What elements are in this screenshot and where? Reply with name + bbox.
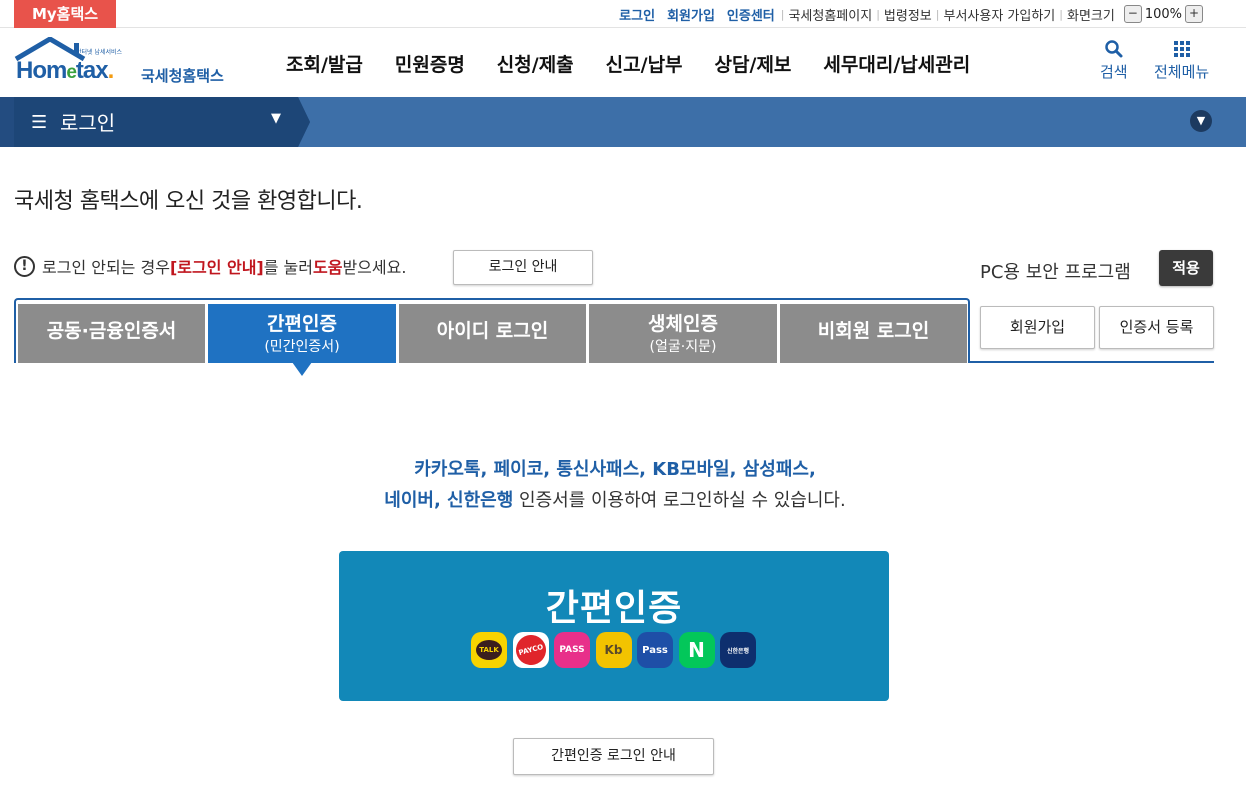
providers-rest: 인증서를 이용하여 로그인하실 수 있습니다. bbox=[513, 490, 846, 511]
gnb-inquiry[interactable]: 조회/발급 bbox=[270, 50, 379, 77]
tab-label: 간편인증 bbox=[267, 313, 337, 335]
login-notice: ! 로그인 안되는 경우 [로그인 안내] 를 눌러 도움 받으세요. bbox=[14, 254, 406, 278]
tab-id-login[interactable]: 아이디 로그인 bbox=[399, 304, 586, 363]
kakaotalk-icon: TALK bbox=[471, 632, 507, 668]
logo-wordmark: Hometax. bbox=[16, 57, 114, 84]
cert-register-button[interactable]: 인증서 등록 bbox=[1099, 306, 1214, 349]
samsung-pass-icon: Pass bbox=[637, 632, 673, 668]
notice-highlight: [로그인 안내] bbox=[169, 258, 264, 277]
tab-sublabel: (얼굴·지문) bbox=[649, 339, 717, 355]
util-join-link[interactable]: 회원가입 bbox=[661, 5, 721, 24]
util-screen-size-label: 화면크기 bbox=[1066, 8, 1115, 24]
grid-menu-icon bbox=[1173, 41, 1190, 57]
tab-label: 아이디 로그인 bbox=[436, 320, 549, 342]
nav-current-page[interactable]: 로그인 bbox=[60, 107, 115, 136]
tab-guest-login[interactable]: 비회원 로그인 bbox=[780, 304, 967, 363]
tab-label: 공동·금융인증서 bbox=[46, 320, 177, 342]
chevron-down-icon[interactable]: ▼ bbox=[1190, 110, 1212, 132]
util-law-info-link[interactable]: 법령정보 bbox=[880, 5, 936, 24]
provider-logos: TALK PAYCO PASS Kb Pass N 신한은행 bbox=[471, 631, 762, 669]
tab-label: 생체인증 bbox=[648, 313, 718, 335]
security-program-label: PC용 보안 프로그램 bbox=[980, 262, 1131, 283]
location-nav-bar: ☰ 로그인 ▼ ▼ bbox=[0, 97, 1246, 147]
simple-auth-guide-button[interactable]: 간편인증 로그인 안내 bbox=[513, 738, 714, 775]
notice-text-pre: 로그인 안되는 경우 bbox=[42, 258, 170, 277]
gnb-certificate[interactable]: 민원증명 bbox=[379, 50, 481, 77]
caret-down-icon[interactable]: ▼ bbox=[271, 111, 281, 126]
tab-label: 비회원 로그인 bbox=[817, 320, 930, 342]
payco-icon: PAYCO bbox=[512, 631, 549, 669]
gnb-apply[interactable]: 신청/제출 bbox=[481, 50, 590, 77]
join-button[interactable]: 회원가입 bbox=[980, 306, 1095, 349]
search-button[interactable]: 검색 bbox=[1100, 39, 1128, 82]
tab-simple-auth[interactable]: 간편인증 (민간인증서) bbox=[208, 304, 396, 363]
top-utility-bar: My홈택스 로그인 회원가입 인증센터 | 국세청홈페이지 | 법령정보 | 부… bbox=[0, 0, 1246, 28]
global-nav: 조회/발급 민원증명 신청/제출 신고/납부 상담/제보 세무대리/납세관리 bbox=[270, 29, 986, 97]
zoom-value: 100% bbox=[1144, 6, 1182, 22]
notice-help: 도움 bbox=[312, 258, 343, 277]
tab-underline bbox=[970, 361, 1214, 363]
zoom-in-button[interactable]: + bbox=[1185, 5, 1203, 23]
util-dept-user-join-link[interactable]: 부서사용자 가입하기 bbox=[939, 5, 1059, 24]
naver-icon: N bbox=[678, 632, 715, 668]
providers-line-2: 네이버, 신한은행 인증서를 이용하여 로그인하실 수 있습니다. bbox=[0, 486, 1230, 512]
all-menu-button[interactable]: 전체메뉴 bbox=[1154, 39, 1209, 82]
util-cert-center-link[interactable]: 인증센터 bbox=[721, 5, 781, 24]
gnb-tax-agent[interactable]: 세무대리/납세관리 bbox=[807, 50, 986, 77]
providers-line-1: 카카오톡, 페이코, 통신사패스, KB모바일, 삼성패스, bbox=[414, 459, 816, 480]
notice-text-mid: 를 눌러 bbox=[263, 258, 313, 277]
shinhan-icon: 신한은행 bbox=[720, 632, 756, 668]
providers-bold: 네이버, 신한은행 bbox=[384, 490, 514, 511]
security-apply-button[interactable]: 적용 bbox=[1159, 250, 1213, 286]
zoom-out-button[interactable]: − bbox=[1123, 5, 1142, 23]
pass-icon: PASS bbox=[554, 632, 590, 668]
tab-sublabel: (민간인증서) bbox=[264, 339, 340, 355]
simple-auth-title: 간편인증 bbox=[545, 588, 683, 629]
notice-text-post: 받으세요. bbox=[342, 258, 407, 277]
zoom-control: − 100% + bbox=[1121, 5, 1206, 23]
active-tab-pointer bbox=[292, 362, 312, 376]
hometax-logo[interactable]: 안터넷 납세서비스 Hometax. 국세청홈택스 bbox=[14, 36, 244, 89]
warning-icon: ! bbox=[14, 255, 35, 277]
login-guide-button[interactable]: 로그인 안내 bbox=[453, 250, 593, 285]
tab-joint-financial-cert[interactable]: 공동·금융인증서 bbox=[18, 304, 205, 363]
search-label: 검색 bbox=[1100, 63, 1128, 81]
tab-biometric[interactable]: 생체인증 (얼굴·지문) bbox=[589, 304, 777, 363]
util-nts-homepage-link[interactable]: 국세청홈페이지 bbox=[784, 5, 876, 24]
gnb-report-pay[interactable]: 신고/납부 bbox=[590, 50, 699, 77]
search-icon bbox=[1105, 40, 1123, 58]
hamburger-icon[interactable]: ☰ bbox=[31, 112, 47, 133]
utility-links: 로그인 회원가입 인증센터 | 국세청홈페이지 | 법령정보 | 부서사용자 가… bbox=[613, 0, 1206, 28]
all-menu-label: 전체메뉴 bbox=[1154, 63, 1210, 81]
my-hometax-button[interactable]: My홈택스 bbox=[14, 0, 116, 28]
simple-auth-button[interactable]: 간편인증 TALK PAYCO PASS Kb Pass N 신한은행 bbox=[339, 551, 889, 701]
gnb-consult[interactable]: 상담/제보 bbox=[699, 50, 808, 77]
logo-brand-text: 국세청홈택스 bbox=[141, 67, 224, 85]
main-header: 안터넷 납세서비스 Hometax. 국세청홈택스 조회/발급 민원증명 신청/… bbox=[0, 29, 1246, 97]
page-title: 국세청 홈택스에 오신 것을 환영합니다. bbox=[14, 189, 363, 214]
kb-icon: Kb bbox=[595, 632, 632, 668]
logo-tagline: 안터넷 납세서비스 bbox=[76, 49, 123, 56]
util-login-link[interactable]: 로그인 bbox=[613, 5, 661, 24]
